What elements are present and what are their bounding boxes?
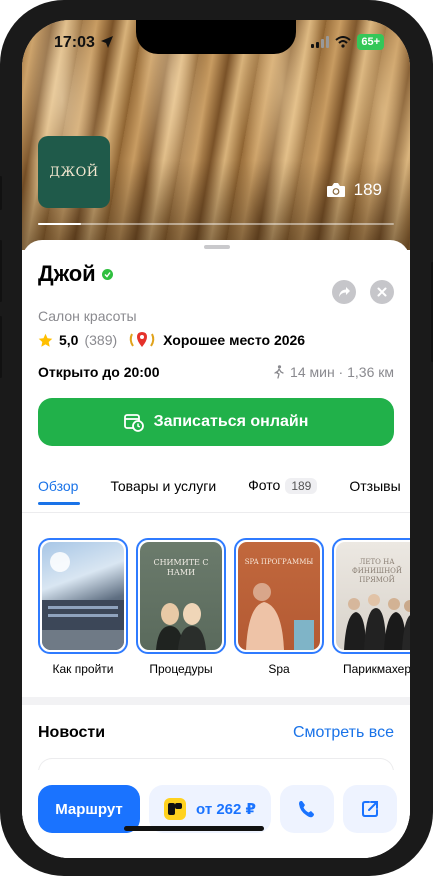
place-card-sheet: Джой Салон красоты 5,0 (389) Хорошее мес… [22, 240, 410, 858]
taxi-icon [164, 798, 187, 820]
rating-row[interactable]: 5,0 (389) Хорошее место 2026 [38, 330, 305, 350]
route-button-label: Маршрут [55, 800, 123, 818]
logo-text: ДЖОЙ [49, 164, 99, 180]
news-title: Новости [38, 724, 106, 741]
tab-reviews[interactable]: Отзывы [349, 478, 400, 494]
story-frame: СНИМИТЕ С НАМИ [136, 538, 226, 654]
calendar-clock-icon [123, 414, 144, 432]
tab-overview[interactable]: Обзор [38, 478, 78, 494]
external-link-icon [362, 801, 378, 817]
book-online-label: Записаться онлайн [153, 413, 309, 430]
place-name: Джой [38, 261, 96, 286]
opening-hours[interactable]: Открыто до 20:00 [38, 364, 160, 380]
share-icon [338, 287, 350, 297]
rating-value: 5,0 [59, 332, 79, 348]
story-image-text: SPA ПРОГРАММЫ [244, 558, 314, 566]
sheet-grabber[interactable] [204, 245, 230, 249]
screen: 17:03 65+ ДЖОЙ 189 Джой Салон красоты 5,… [22, 20, 410, 858]
volume-up-button [0, 240, 2, 302]
taxi-price: от 262 ₽ [196, 801, 256, 818]
signal-icon [311, 36, 330, 48]
phone-icon [299, 801, 314, 818]
story-frame [38, 538, 128, 654]
status-indicators: 65+ [311, 34, 384, 50]
story-frame: SPA ПРОГРАММЫ [234, 538, 324, 654]
share-button[interactable] [332, 280, 356, 304]
salon-logo: ДЖОЙ [38, 136, 110, 208]
story-label: Spa [268, 662, 290, 676]
story-image-hairdresser: ЛЕТО НА ФИНИШНОЙ ПРЯМОЙ [336, 542, 410, 650]
volume-down-button [0, 316, 2, 378]
story-procedures[interactable]: СНИМИТЕ С НАМИ Процедуры [136, 538, 226, 676]
bottom-action-bar: Маршрут от 262 ₽ [22, 770, 410, 858]
story-label: Парикмахер [342, 662, 410, 676]
close-button[interactable] [370, 280, 394, 304]
battery-indicator: 65+ [357, 34, 384, 50]
stories-carousel: Как пройти СНИМИТЕ С НАМИ Процедуры SPA … [38, 538, 410, 676]
book-online-button[interactable]: Записаться онлайн [38, 398, 394, 446]
tab-goods-services[interactable]: Товары и услуги [110, 478, 216, 494]
tab-bar: Обзор Товары и услуги Фото 189 Отзывы [38, 477, 401, 494]
gallery-progress-fill [38, 223, 81, 225]
story-image-text: ЛЕТО НА ФИНИШНОЙ ПРЯМОЙ [351, 558, 403, 584]
camera-icon [326, 183, 345, 197]
story-spa[interactable]: SPA ПРОГРАММЫ Spa [234, 538, 324, 676]
gallery-progress [38, 223, 394, 225]
story-how-to-get[interactable]: Как пройти [38, 538, 128, 676]
reviews-count: (389) [84, 332, 118, 348]
place-category: Салон красоты [38, 308, 137, 324]
silent-switch [0, 176, 2, 210]
award-icon [129, 332, 155, 347]
award-text: Хорошее место 2026 [163, 332, 306, 348]
tab-photos[interactable]: Фото 189 [248, 477, 318, 494]
walk-icon [274, 365, 284, 379]
place-title-row: Джой [38, 261, 113, 287]
photo-counter[interactable]: 189 [326, 180, 382, 200]
star-icon [38, 333, 53, 347]
story-label: Процедуры [149, 662, 213, 676]
photo-count-value: 189 [353, 180, 382, 199]
verified-icon [101, 268, 113, 280]
story-image-spa: SPA ПРОГРАММЫ [238, 542, 320, 650]
camera-notch [136, 20, 296, 54]
wifi-icon [335, 36, 351, 48]
story-frame: ЛЕТО НА ФИНИШНОЙ ПРЯМОЙ [332, 538, 410, 654]
story-image-procedures: СНИМИТЕ С НАМИ [140, 542, 222, 650]
walking-distance[interactable]: 14 мин · 1,36 км [274, 364, 394, 380]
distance-text: 14 мин · 1,36 км [290, 364, 394, 380]
news-see-all-link[interactable]: Смотреть все [293, 724, 394, 742]
tab-photos-badge: 189 [285, 478, 318, 494]
close-icon [377, 287, 387, 297]
open-external-button[interactable] [343, 785, 397, 833]
story-hairdresser[interactable]: ЛЕТО НА ФИНИШНОЙ ПРЯМОЙ Парикмахер [332, 538, 410, 676]
call-button[interactable] [280, 785, 334, 833]
home-indicator [124, 826, 264, 831]
active-tab-indicator [38, 502, 80, 505]
story-image-text: СНИМИТЕ С НАМИ [153, 558, 209, 577]
tabs-divider [22, 512, 410, 513]
story-label: Как пройти [52, 662, 114, 676]
tab-photos-label: Фото [248, 477, 281, 493]
status-time: 17:03 [54, 34, 95, 51]
phone-frame: 17:03 65+ ДЖОЙ 189 Джой Салон красоты 5,… [0, 0, 433, 876]
section-separator [22, 697, 410, 705]
story-image-building [42, 542, 124, 650]
hero-photo[interactable] [22, 20, 410, 250]
location-arrow-icon [101, 36, 113, 48]
